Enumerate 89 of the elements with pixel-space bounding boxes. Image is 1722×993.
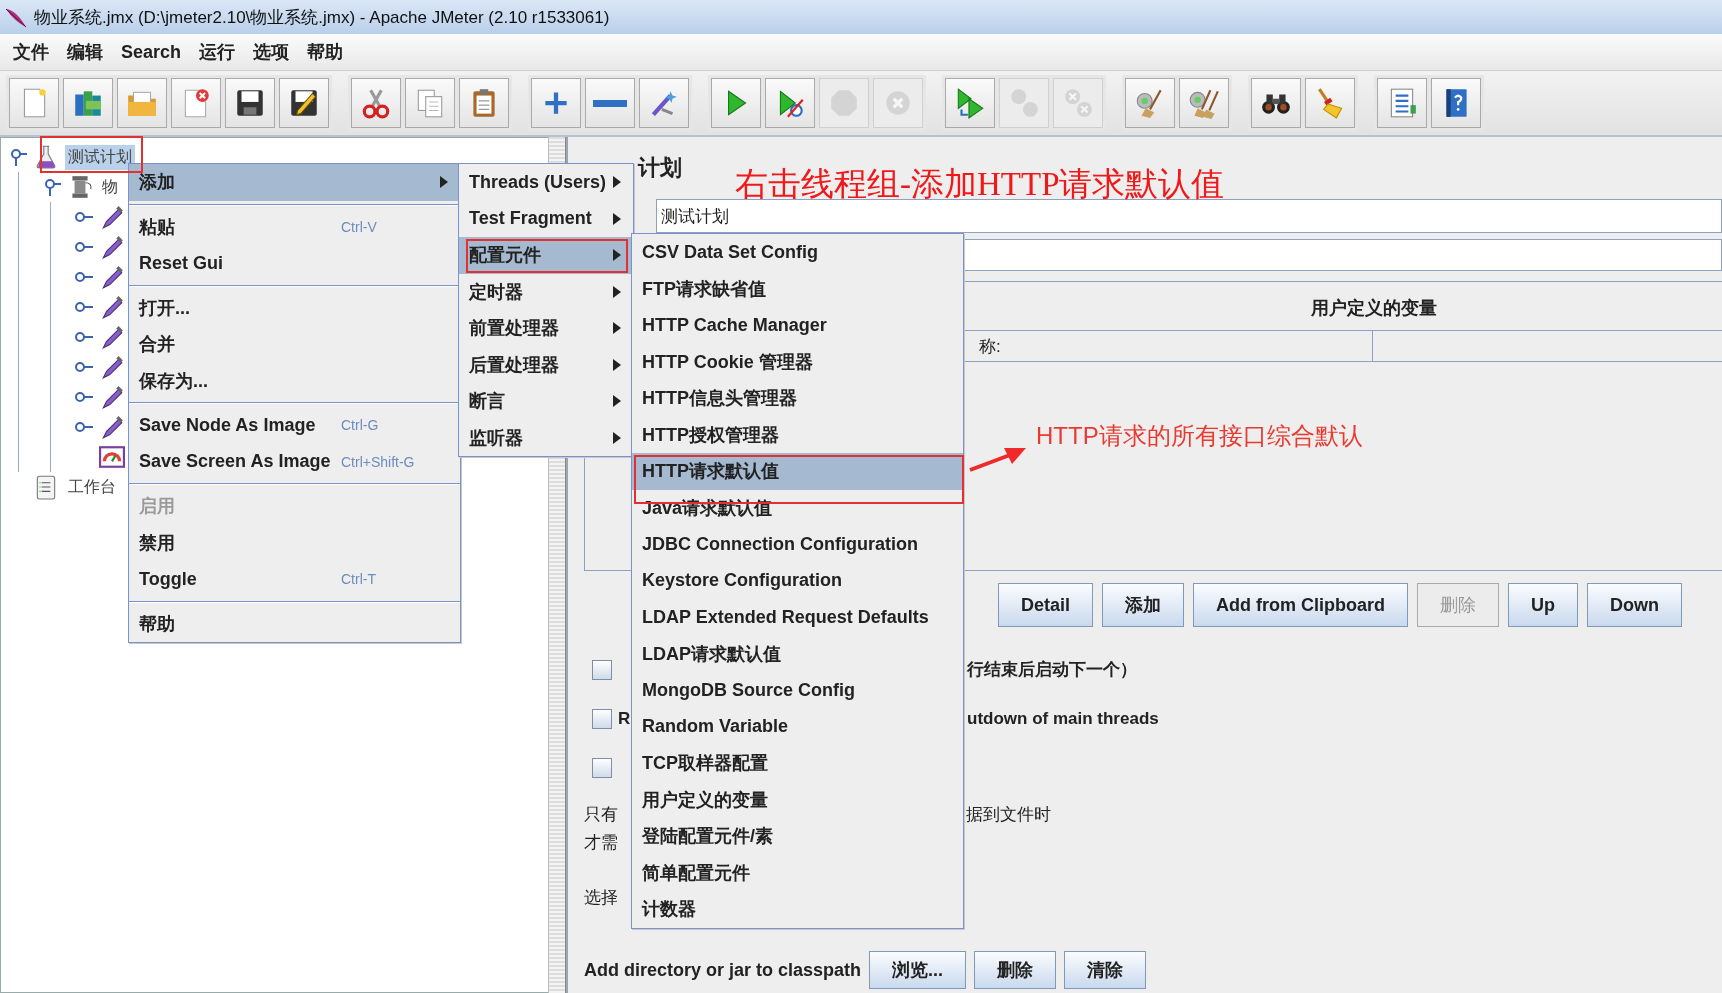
menu-item[interactable]: 添加 [129, 164, 460, 201]
menu-item[interactable]: JDBC Connection Configuration [632, 526, 963, 563]
column-header: 称: [978, 335, 1002, 358]
menu-item[interactable]: CSV Data Set Config [632, 234, 963, 271]
menu-item[interactable]: 保存为... [129, 362, 460, 399]
menu-item[interactable]: Save Screen As Image Ctrl+Shift-G [129, 443, 460, 480]
flask-icon [33, 144, 59, 170]
table-button[interactable]: Up [1508, 583, 1579, 627]
menu-item[interactable]: 粘贴 Ctrl-V [129, 208, 460, 245]
menu-item[interactable]: Reset Gui [129, 245, 460, 282]
menu-item[interactable]: 前置处理器 [459, 310, 633, 347]
menu-item[interactable]: HTTP授权管理器 [632, 416, 963, 453]
menu-item[interactable]: 登陆配置元件/素 [632, 818, 963, 855]
toolbar-button[interactable] [1431, 78, 1481, 128]
menu-item[interactable]: 帮助 [129, 605, 460, 642]
pipette-icon [99, 324, 125, 350]
checkbox[interactable] [592, 708, 612, 729]
menu-item[interactable]: 选项 [244, 40, 299, 64]
menu-item[interactable]: Search [112, 41, 191, 63]
menu-item[interactable]: Keystore Configuration [632, 562, 963, 599]
menu-item[interactable]: 后置处理器 [459, 346, 633, 383]
gauge-icon [99, 444, 125, 470]
table-button[interactable]: Add from Clipboard [1193, 583, 1409, 627]
menu-item[interactable]: HTTP信息头管理器 [632, 380, 963, 417]
pipette-icon [99, 384, 125, 410]
shortcut-text: Ctrl-T [340, 571, 377, 588]
menu-item[interactable]: Random Variable [632, 708, 963, 745]
menu-item[interactable]: Threads (Users) [459, 164, 633, 201]
menu-item[interactable]: LDAP Extended Request Defaults [632, 599, 963, 636]
menu-item[interactable]: 简单配置元件 [632, 854, 963, 891]
classpath-button[interactable]: 清除 [1064, 951, 1147, 989]
annotation-note: HTTP请求的所有接口综合默认 [1036, 421, 1363, 451]
menu-item[interactable]: TCP取样器配置 [632, 745, 963, 782]
toolbar-button[interactable] [225, 78, 275, 128]
pipette-icon [99, 204, 125, 230]
select-label: 选择 [584, 888, 618, 907]
menu-item[interactable]: 用户定义的变量 [632, 781, 963, 818]
table-button[interactable]: 添加 [1102, 583, 1185, 627]
menu-item[interactable]: 定时器 [459, 273, 633, 310]
tree-node-label[interactable]: 工作台 [65, 474, 119, 500]
table-title: 用户定义的变量 [1311, 298, 1437, 318]
classpath-button[interactable]: 浏览... [869, 951, 967, 989]
menu-item[interactable]: 运行 [190, 40, 245, 64]
toolbar-button[interactable] [1251, 78, 1301, 128]
table-button[interactable]: Detail [998, 583, 1094, 627]
menu-item[interactable]: 断言 [459, 383, 633, 420]
table-button[interactable]: Down [1587, 583, 1683, 627]
menu-item[interactable]: FTP请求缺省值 [632, 270, 963, 307]
pipette-icon [99, 354, 125, 380]
menu-item[interactable]: HTTP请求默认值 [632, 453, 963, 490]
name-field[interactable]: 测试计划 [656, 199, 1722, 233]
classpath-button[interactable]: 删除 [974, 951, 1057, 989]
menu-item[interactable]: HTTP Cookie 管理器 [632, 343, 963, 380]
checkbox-label: 行结束后启动下一个） [967, 659, 1137, 681]
menu-item[interactable]: 计数器 [632, 891, 963, 928]
menu-item[interactable]: Test Fragment [459, 200, 633, 237]
pipette-icon [99, 414, 125, 440]
window-title: 物业系统.jmx (D:\jmeter2.10\物业系统.jmx) - Apache JMeter (2.10 r1533061) [34, 6, 610, 29]
toolbar-button[interactable] [279, 78, 329, 128]
menu-item[interactable]: Save Node As Image Ctrl-G [129, 407, 460, 444]
menu-item[interactable]: 禁用 [129, 524, 460, 561]
panel-heading: 计划 [638, 154, 682, 182]
shortcut-text: Ctrl+Shift-G [340, 453, 416, 470]
pipette-icon [99, 234, 125, 260]
checkbox[interactable] [592, 757, 612, 778]
note-text: 据到文件时 [966, 803, 1051, 826]
menu-item[interactable]: 监听器 [459, 419, 633, 456]
checkbox[interactable] [592, 659, 612, 680]
checkbox-label: R [618, 708, 631, 729]
menu-item[interactable]: 帮助 [298, 40, 353, 64]
tree-node-label[interactable]: 物 [99, 174, 121, 200]
menu-item[interactable]: 文件 [4, 40, 58, 64]
minus-icon [593, 99, 627, 107]
menu-item[interactable]: 编辑 [58, 40, 112, 64]
note-text: 才需 [584, 831, 618, 854]
menu-item[interactable]: Toggle Ctrl-T [129, 561, 460, 598]
shortcut-text: Ctrl-V [340, 218, 378, 235]
tree-node-label[interactable]: 测试计划 [65, 144, 135, 170]
menu-item[interactable]: 合并 [129, 326, 460, 363]
pipette-icon [99, 294, 125, 320]
menu-item[interactable]: MongoDB Source Config [632, 672, 963, 709]
menu-item[interactable]: 打开... [129, 289, 460, 326]
menu-item[interactable]: LDAP请求默认值 [632, 635, 963, 672]
note-text: 只有 [584, 803, 618, 826]
checkbox-label: utdown of main threads [967, 708, 1159, 729]
shortcut-text: Ctrl-G [340, 417, 380, 434]
pipette-icon [99, 264, 125, 290]
classpath-label: Add directory or jar to classpath [584, 959, 862, 981]
menu-item[interactable]: HTTP Cache Manager [632, 307, 963, 344]
